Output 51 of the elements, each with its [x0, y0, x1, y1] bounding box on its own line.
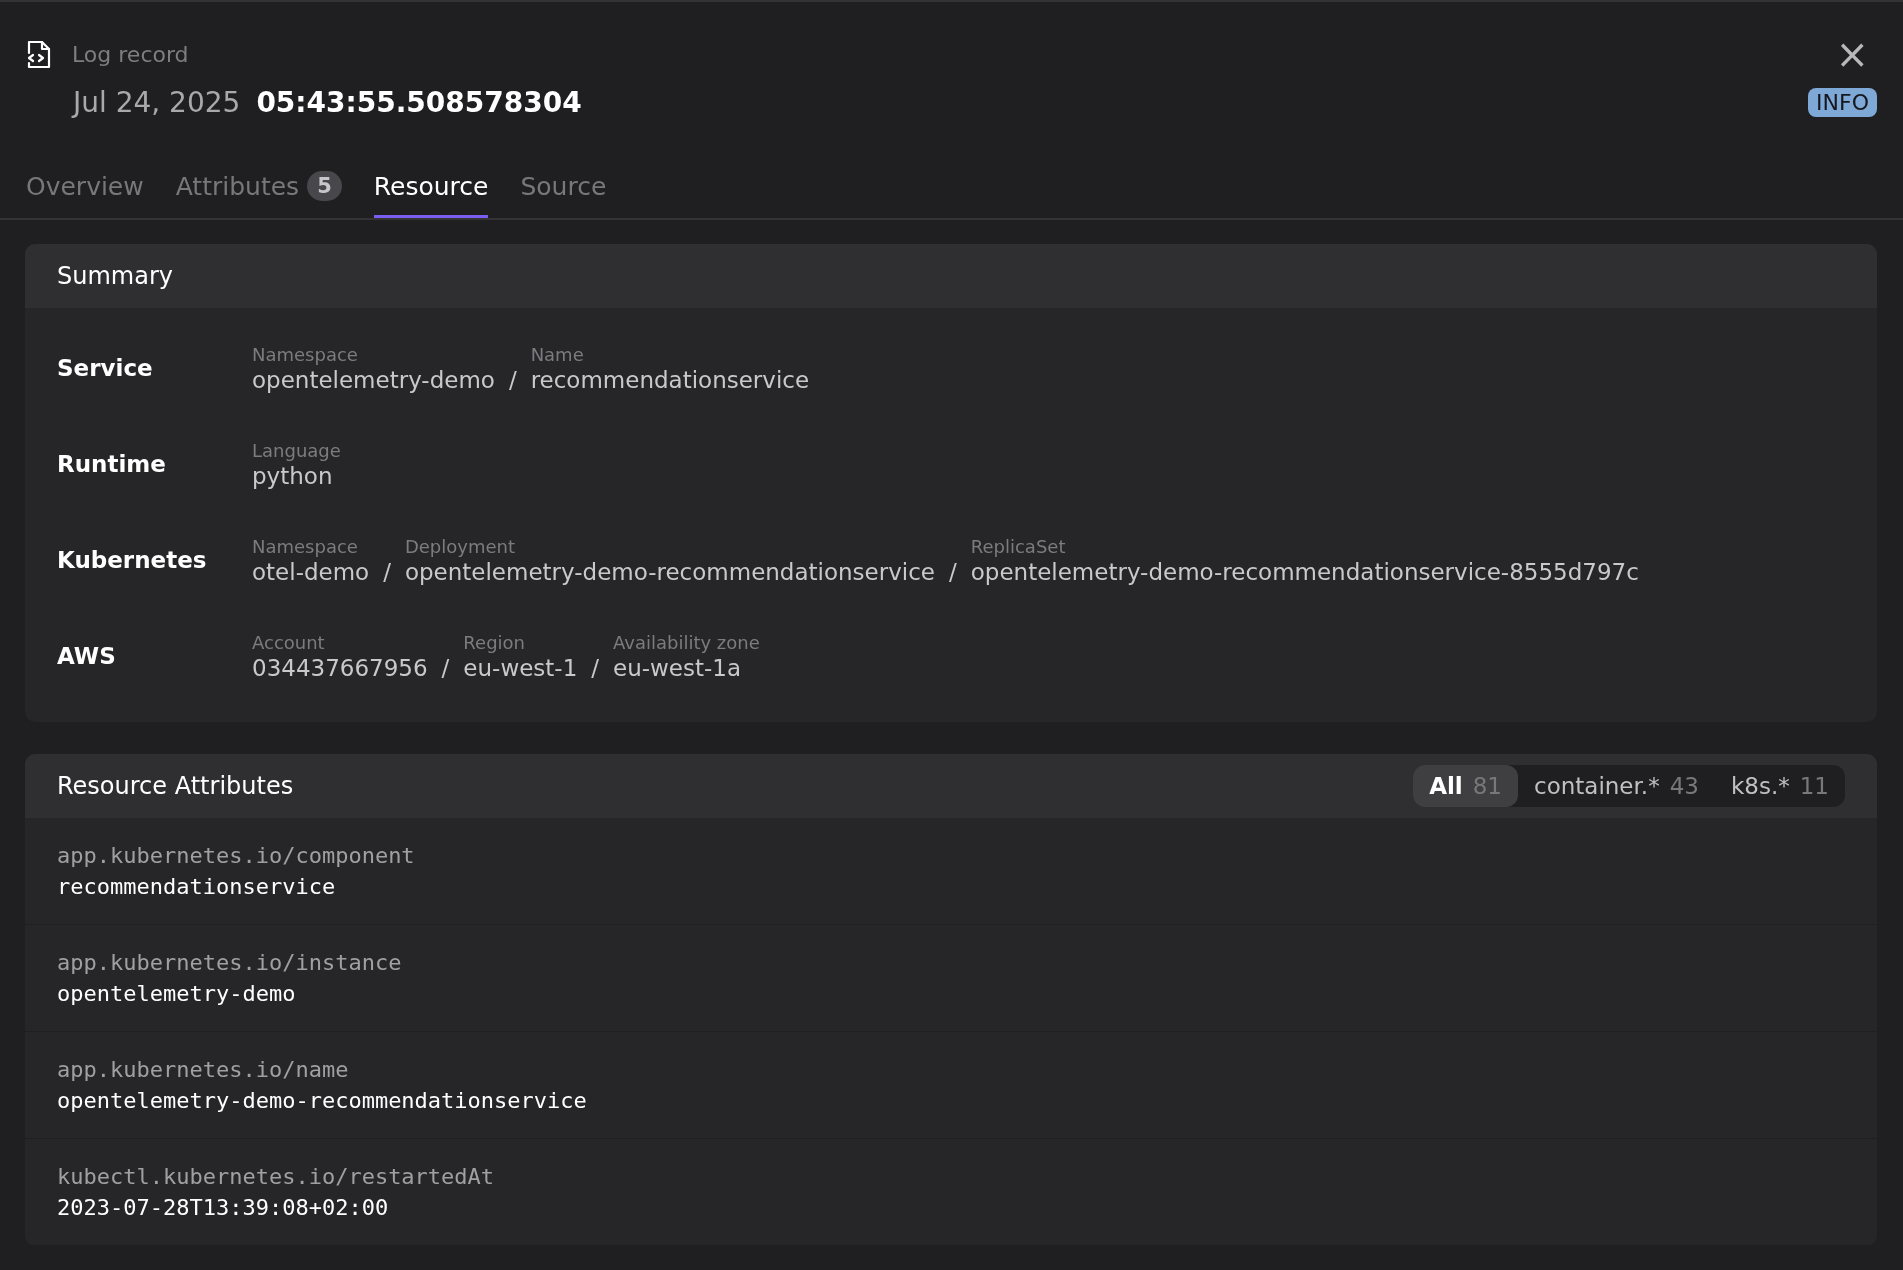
- separator: /: [590, 654, 601, 681]
- field-value: eu-west-1a: [613, 654, 743, 681]
- separator: /: [507, 366, 518, 393]
- filter-chip[interactable]: k8s.* 11: [1714, 765, 1845, 807]
- field-label: Language: [252, 439, 341, 461]
- tab[interactable]: Attributes 5: [175, 171, 342, 218]
- field-label: Account: [252, 631, 326, 653]
- field-value: opentelemetry-demo-recommendationservice-8555d797c: [970, 558, 1639, 585]
- field-label: Region: [463, 631, 526, 653]
- attribute-value: recommendationservice: [57, 874, 337, 899]
- attribute-key: app.kubernetes.io/component: [57, 843, 1845, 868]
- field-value: eu-west-1: [463, 654, 578, 681]
- log-date: Jul 24, 2025: [73, 86, 241, 119]
- attribute-value: opentelemetry-demo: [57, 981, 297, 1006]
- separator: /: [948, 558, 958, 585]
- panel-title: Log record: [72, 41, 189, 67]
- row-label: Kubernetes: [57, 547, 208, 573]
- separator: /: [382, 558, 392, 585]
- code-file-icon: [26, 39, 52, 69]
- field-label: Deployment: [404, 535, 516, 557]
- section-title: Summary: [57, 262, 173, 290]
- count-badge: 5: [307, 171, 342, 201]
- field-value: opentelemetry-demo: [252, 366, 495, 393]
- field-value: 034437667956: [252, 654, 428, 681]
- row-label: Service: [57, 355, 154, 381]
- attribute-key: kubectl.kubernetes.io/restartedAt: [57, 1164, 1845, 1189]
- field-value: recommendationservice: [530, 366, 810, 393]
- attribute-value: 2023-07-28T13:39:08+02:00: [57, 1195, 390, 1220]
- field-label: Namespace: [252, 343, 359, 365]
- row-label: AWS: [57, 643, 117, 669]
- attribute-value: opentelemetry-demo-recommendationservice: [57, 1088, 588, 1113]
- field-value: otel-demo: [252, 558, 370, 585]
- section-title: Resource Attributes: [57, 772, 294, 800]
- log-time: 05:43:55.508578304: [256, 86, 582, 119]
- field-label: Namespace: [252, 535, 359, 557]
- field-label: Name: [530, 343, 585, 365]
- separator: /: [440, 654, 451, 681]
- tab[interactable]: Resource: [373, 171, 489, 218]
- tab[interactable]: Source: [520, 171, 607, 218]
- row-label: Runtime: [57, 451, 167, 477]
- tab[interactable]: Overview: [26, 171, 144, 218]
- field-label: Availability zone: [613, 631, 760, 653]
- filter-chip[interactable]: container.* 43: [1518, 765, 1715, 807]
- filter-chip[interactable]: All 81: [1413, 765, 1518, 807]
- field-value: python: [252, 462, 334, 489]
- field-value: opentelemetry-demo-recommendationservice: [404, 558, 935, 585]
- attribute-key: app.kubernetes.io/name: [57, 1057, 1845, 1082]
- attribute-key: app.kubernetes.io/instance: [57, 950, 1845, 975]
- close-button[interactable]: ×: [1827, 34, 1877, 74]
- severity-badge: INFO: [1808, 88, 1877, 117]
- field-label: ReplicaSet: [970, 535, 1067, 557]
